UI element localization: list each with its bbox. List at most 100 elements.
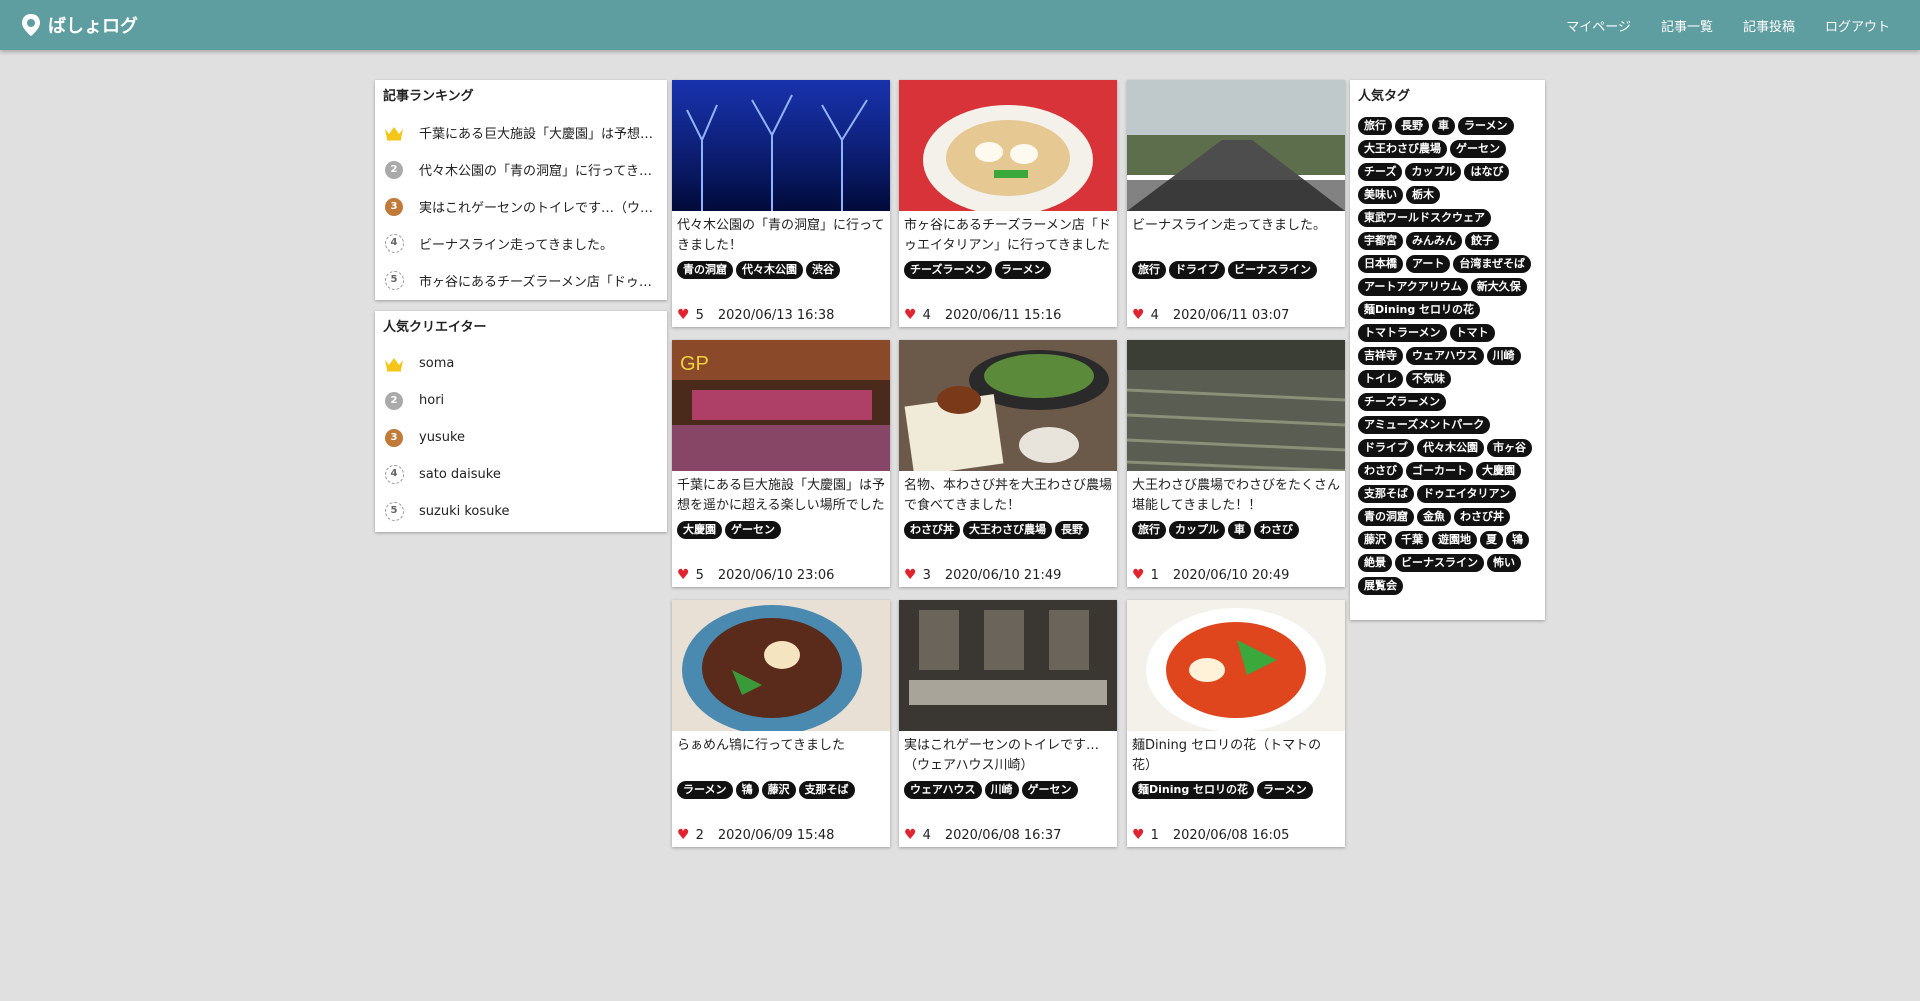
popular-tag[interactable]: 遊園地 [1432,531,1477,549]
post-tag[interactable]: 長野 [1055,521,1089,539]
popular-tag[interactable]: チーズラーメン [1358,393,1447,411]
popular-tag[interactable]: みんみん [1406,232,1462,250]
popular-tag[interactable]: 展覧会 [1358,577,1403,595]
popular-tag[interactable]: アートアクアリウム [1358,278,1468,296]
popular-tag[interactable]: 金魚 [1417,508,1451,526]
nav-mypage[interactable]: マイページ [1566,16,1631,35]
popular-tag[interactable]: 大慶園 [1476,462,1521,480]
post-title[interactable]: 実はこれゲーセンのトイレです…（ウェアハウス川崎） [899,731,1117,781]
popular-tag[interactable]: ラーメン [1458,117,1514,135]
popular-tag[interactable]: わさび丼 [1454,508,1510,526]
post-tag[interactable]: 青の洞窟 [677,261,733,279]
popular-tag[interactable]: アミューズメントパーク [1358,416,1491,434]
popular-tag[interactable]: 鴇 [1506,531,1529,549]
post-tag[interactable]: 麺Dining セロリの花 [1132,781,1255,799]
popular-tag[interactable]: 川崎 [1486,347,1521,365]
popular-tag[interactable]: 青の洞窟 [1358,508,1414,526]
post-tag[interactable]: カップル [1169,521,1225,539]
popular-tag[interactable]: 東武ワールドスクウェア [1358,209,1491,227]
post-title[interactable]: ビーナスライン走ってきました。 [1127,211,1345,261]
post-tag[interactable]: 車 [1228,521,1251,539]
post-thumbnail[interactable] [1127,600,1345,731]
app-logo[interactable]: ばしょログ [20,12,138,38]
popular-tag[interactable]: トマトラーメン [1358,324,1447,342]
post-thumbnail[interactable] [899,80,1117,211]
post-title[interactable]: 麺Dining セロリの花（トマトの花） [1127,731,1345,781]
popular-tag[interactable]: 市ヶ谷 [1487,439,1532,457]
post-tag[interactable]: ラーメン [995,261,1051,279]
popular-tag[interactable]: トマト [1449,324,1495,342]
popular-tag[interactable]: 吉祥寺 [1358,347,1403,365]
post-card[interactable]: 麺Dining セロリの花（トマトの花） 麺Dining セロリの花 ラーメン ♥ 1 2… [1127,600,1345,847]
popular-tag[interactable]: 麺Dining セロリの花 [1358,301,1481,319]
popular-tag[interactable]: 台湾まぜそば [1453,255,1532,273]
ranking-item[interactable]: 3 実はこれゲーセンのトイレです…（ウェアハウス川崎） [375,188,667,225]
post-card[interactable]: GP 千葉にある巨大施設「大慶園」は予想を遥かに超える楽しい場所でした 大慶園 ゲーセ… [672,340,890,587]
nav-post[interactable]: 記事投稿 [1743,16,1795,35]
heart-icon[interactable]: ♥ [1132,567,1145,583]
post-thumbnail[interactable] [672,600,890,731]
post-card[interactable]: 市ヶ谷にあるチーズラーメン店「ドゥエイタリアン」に行ってきました チーズラーメンラ… [899,80,1117,327]
ranking-item[interactable]: 千葉にある巨大施設「大慶園」は予想を遥かに超える楽しい場所でした [375,114,667,151]
post-card[interactable]: 名物、本わさび丼を大王わさび農場で食べてきました！ わさび丼 大王わさび農場 長野 ♥ 3… [899,340,1117,587]
post-card[interactable]: 実はこれゲーセンのトイレです…（ウェアハウス川崎） ウェアハウス 川崎 ゲーセン ♥ 4 2… [899,600,1117,847]
popular-tag[interactable]: わさび [1358,462,1403,480]
post-tag[interactable]: 代々木公園 [736,261,803,279]
post-title[interactable]: 名物、本わさび丼を大王わさび農場で食べてきました！ [899,471,1117,521]
creator-item[interactable]: 3 yusuke [375,419,667,456]
post-tag[interactable]: 旅行 [1132,521,1166,539]
post-title[interactable]: らぁめん鴇に行ってきました [672,731,890,781]
popular-tag[interactable]: 長野 [1395,117,1429,135]
heart-icon[interactable]: ♥ [904,567,917,583]
heart-icon[interactable]: ♥ [904,307,917,323]
post-thumbnail[interactable] [899,600,1117,731]
post-thumbnail[interactable] [899,340,1117,471]
popular-tag[interactable]: 宇都宮 [1358,232,1403,250]
popular-tag[interactable]: ドゥエイタリアン [1417,485,1517,503]
post-tag[interactable]: 支那そば [798,781,855,799]
popular-tag[interactable]: 絶景 [1358,554,1392,572]
post-tag[interactable]: ラーメン [677,781,733,799]
popular-tag[interactable]: ゴーカート [1406,462,1473,480]
post-thumbnail[interactable] [672,80,890,211]
popular-tag[interactable]: ウェアハウス [1406,347,1484,365]
popular-tag[interactable]: 栃木 [1406,186,1440,204]
heart-icon[interactable]: ♥ [904,827,917,843]
post-tag[interactable]: 川崎 [984,781,1019,799]
post-tag[interactable]: 大王わさび農場 [963,521,1052,539]
post-tag[interactable]: わさび [1254,521,1299,539]
post-tag[interactable]: ゲーセン [725,521,781,539]
nav-logout[interactable]: ログアウト [1825,16,1890,35]
popular-tag[interactable]: 藤沢 [1358,531,1392,549]
popular-tag[interactable]: トイレ [1358,370,1403,388]
post-tag[interactable]: 大慶園 [677,521,722,539]
post-thumbnail[interactable] [1127,80,1345,211]
post-tag[interactable]: ビーナスライン [1228,261,1317,279]
popular-tag[interactable]: ビーナスライン [1395,554,1484,572]
post-card[interactable]: 大王わさび農場でわさびをたくさん堪能してきました！！ 旅行 カップル車わさび ♥ 1 20… [1127,340,1345,587]
post-tag[interactable]: わさび丼 [904,521,960,539]
post-title[interactable]: 大王わさび農場でわさびをたくさん堪能してきました！！ [1127,471,1345,521]
popular-tag[interactable]: 餃子 [1465,232,1499,250]
nav-articles[interactable]: 記事一覧 [1661,16,1713,35]
post-tag[interactable]: ドライブ [1169,261,1225,279]
post-tag[interactable]: 渋谷 [806,261,840,279]
popular-tag[interactable]: 支那そば [1358,485,1414,503]
post-tag[interactable]: ラーメン [1257,781,1313,799]
post-tag[interactable]: ゲーセン [1021,781,1078,799]
post-title[interactable]: 代々木公園の「青の洞窟」に行ってきました！ [672,211,890,261]
popular-tag[interactable]: 新大久保 [1470,278,1527,296]
post-title[interactable]: 市ヶ谷にあるチーズラーメン店「ドゥエイタリアン」に行ってきました [899,211,1117,261]
popular-tag[interactable]: 代々木公園 [1417,439,1484,457]
post-thumbnail[interactable] [1127,340,1345,471]
ranking-item[interactable]: 4 ビーナスライン走ってきました。 [375,225,667,262]
popular-tag[interactable]: 夏 [1480,531,1503,549]
post-card[interactable]: 代々木公園の「青の洞窟」に行ってきました！ 青の洞窟 代々木公園 渋谷 ♥ 5 2020/0… [672,80,890,327]
heart-icon[interactable]: ♥ [677,307,690,323]
heart-icon[interactable]: ♥ [1132,307,1145,323]
post-tag[interactable]: 鴇 [735,781,759,799]
post-card[interactable]: ビーナスライン走ってきました。 旅行 ドライブ ビーナスライン ♥ 4 2020/06/11… [1127,80,1345,327]
heart-icon[interactable]: ♥ [677,827,690,843]
post-tag[interactable]: 旅行 [1132,261,1166,279]
post-thumbnail[interactable]: GP [672,340,890,471]
